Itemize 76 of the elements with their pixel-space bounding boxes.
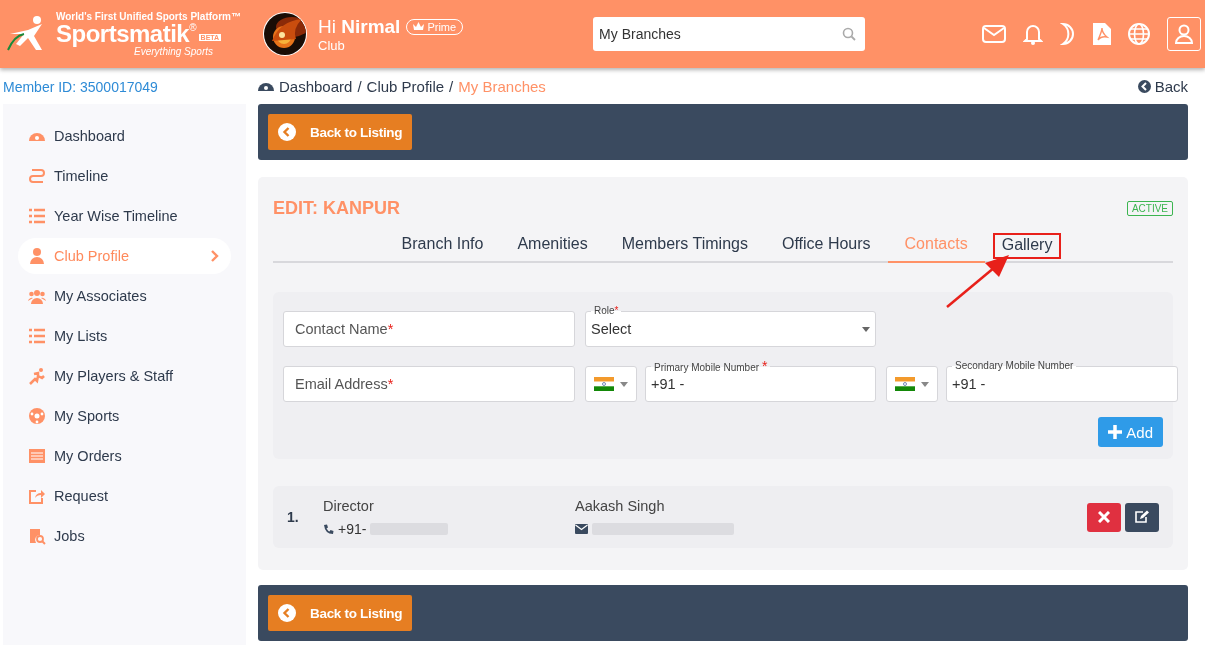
route-icon [28,167,46,185]
member-id: Member ID: 3500017049 [3,78,159,97]
edit-button[interactable] [1125,502,1159,532]
user-role: Club [318,37,346,53]
contact-role: Director [323,498,375,514]
delete-button[interactable] [1087,502,1121,532]
user-icon [28,247,46,265]
dropdown-caret-icon [862,326,870,332]
tab[interactable]: Amenities [500,233,605,261]
contact-name-field[interactable]: Contact Name* [283,311,575,347]
phone-icon [323,523,334,535]
search-icon [842,27,857,41]
india-flag-icon [895,377,915,391]
breadcrumb-link[interactable]: Club Profile [366,77,445,95]
tab[interactable]: Branch Info [384,233,501,261]
user-icon [1175,24,1193,44]
share-icon [28,487,46,505]
annotation-arrow [945,253,1011,309]
floating-label: Secondary Mobile Number [952,359,1077,373]
back-link[interactable]: Back [1137,77,1188,95]
list-icon [28,327,46,345]
mail-icon[interactable] [982,25,1006,43]
dropdown-caret-icon [921,381,929,387]
country-code-select[interactable] [886,366,938,402]
bell-icon[interactable] [1023,23,1043,45]
sidebar-item[interactable]: Request [18,478,231,514]
email-field[interactable]: Email Address* [283,366,575,402]
tab[interactable]: Members Timings [604,233,765,261]
logo-tagline: World's First Unified Sports Platform™ [56,11,241,22]
role-select[interactable]: Role* Select [585,302,876,347]
orders-icon [28,447,46,465]
contact-phone: +91- [338,521,367,537]
sidebar-item[interactable]: My Associates [18,278,231,314]
sidebar-item[interactable]: My Players & Staff [18,358,231,394]
india-flag-icon [594,377,614,391]
profile-button[interactable] [1167,17,1201,51]
jobs-icon [28,527,46,545]
sidebar-item[interactable]: My Lists [18,318,231,354]
panel-title: EDIT: KANPUR [273,197,400,219]
user-greeting: Hi Nirmal [318,15,401,38]
pdf-file-icon[interactable] [1093,23,1111,45]
mail-icon [575,524,588,534]
run-icon [28,367,46,385]
sidebar-item[interactable]: Year Wise Timeline [18,198,231,234]
sidebar-item[interactable]: Jobs [18,518,231,554]
floating-label: Primary Mobile Number * [651,359,771,375]
crown-icon [413,22,425,31]
tab[interactable]: Office Hours [764,233,888,261]
users-icon [28,287,46,305]
sidebar-item[interactable]: Timeline [18,158,231,194]
registered-mark: ® [189,22,197,33]
chevron-right-icon [211,250,219,262]
globe-icon[interactable] [1128,23,1150,45]
dropdown-caret-icon [620,381,628,387]
contact-name: Aakash Singh [575,498,666,514]
tab[interactable]: Gallery [992,233,1062,259]
row-number: 1. [287,509,300,525]
breadcrumb-separator: / [357,77,362,95]
sidebar-item[interactable]: My Orders [18,438,231,474]
close-icon [1098,511,1110,523]
breadcrumb-separator: / [449,77,454,95]
plus-icon [1108,425,1123,439]
mobile-number-field[interactable]: Primary Mobile Number * +91 - [645,357,876,402]
country-code-select[interactable] [585,366,637,402]
sidebar-item[interactable]: Dashboard [18,118,231,154]
mobile-number-field[interactable]: Secondary Mobile Number +91 - [946,357,1178,402]
edit-icon [1134,510,1150,524]
ball-icon [28,407,46,425]
status-badge: ACTIVE [1126,200,1173,216]
brand-name: Sportsmatik [56,22,190,46]
list-icon [28,207,46,225]
search-field[interactable]: My Branches [593,17,866,51]
sidebar-item[interactable]: My Sports [18,398,231,434]
breadcrumb-link[interactable]: Dashboard [279,77,353,95]
moon-icon[interactable] [1060,23,1076,45]
logo-slogan: Everything Sports [134,46,213,57]
